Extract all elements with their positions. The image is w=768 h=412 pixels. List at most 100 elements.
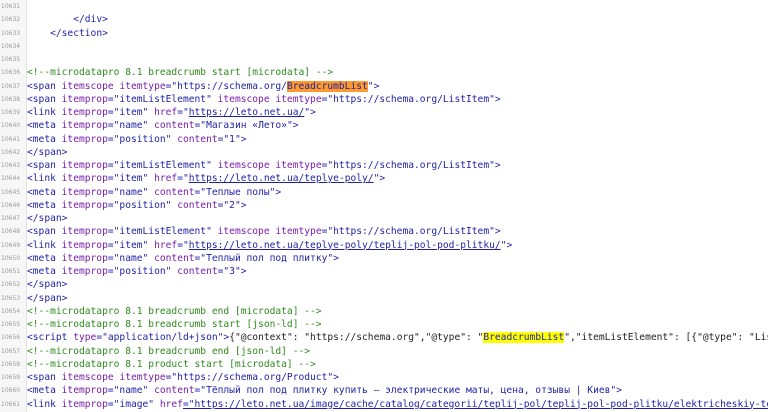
- code-comment: <!--microdatapro 8.1 product start [micr…: [27, 358, 316, 370]
- code-token: ="item": [107, 239, 155, 251]
- code-token: itemprop: [61, 226, 108, 238]
- line-number: 10645: [1, 188, 21, 196]
- code-line: 10656 <script type="application/ld+json">…: [0, 331, 768, 344]
- code-token: content: [154, 120, 195, 132]
- code-token: href: [154, 173, 178, 185]
- code-token: ="name": [107, 385, 155, 397]
- code-token: ","itemListElement": [{"@type": "List: [564, 332, 768, 344]
- code-text: <span itemscope itemtype="https://schema…: [27, 80, 379, 93]
- code-text: <link itemprop="item" href="https://leto…: [27, 172, 385, 185]
- code-token: ="https://schema.org/ListItem">: [321, 160, 501, 171]
- code-token: ">: [367, 80, 380, 92]
- line-number: 10636: [1, 69, 21, 77]
- code-token: ="itemListElement": [107, 160, 218, 171]
- url-link[interactable]: https://leto.net.ua/: [189, 107, 305, 118]
- code-line: 10636 <!--microdatapro 8.1 breadcrumb sta…: [0, 66, 768, 79]
- code-token: <meta: [27, 252, 62, 264]
- url-link[interactable]: ="https://leto.net.ua/image/cache/catalo…: [183, 399, 768, 410]
- line-number: 10654: [1, 307, 21, 315]
- code-text: <!--microdatapro 8.1 breadcrumb end [jso…: [27, 345, 310, 358]
- code-line: 10651 <meta itemprop="position" content="…: [0, 265, 768, 278]
- url-link[interactable]: https://leto.net.ua/teplye-poly/: [189, 173, 374, 184]
- code-line: 10647 </span>: [0, 212, 768, 225]
- code-token: ="Тёплый пол под плитку купить – электри…: [194, 385, 622, 397]
- code-text: <link itemprop="image" href="https://let…: [27, 398, 768, 411]
- code-line: 10644 <link itemprop="item" href="https:/…: [0, 172, 768, 185]
- code-token: <meta: [27, 266, 62, 277]
- code-token: href: [159, 398, 183, 410]
- code-line: 10631: [0, 0, 768, 13]
- code-token: itemscope itemtype: [61, 80, 166, 92]
- line-number: 10631: [1, 3, 21, 10]
- code-text: <link itemprop="item" href="https://leto…: [27, 106, 316, 119]
- code-token: href: [154, 239, 178, 251]
- code-line: 10649 <link itemprop="item" href="https:/…: [0, 239, 768, 252]
- line-number: 10632: [1, 16, 21, 24]
- line-number: 10655: [1, 321, 21, 328]
- code-token: ">: [304, 107, 316, 118]
- code-token: itemprop: [61, 160, 108, 171]
- code-token: <span: [27, 226, 62, 238]
- code-token: <link: [27, 398, 62, 410]
- code-text: <meta itemprop="name" content="Теплые по…: [27, 186, 281, 199]
- code-token: itemprop: [61, 133, 108, 145]
- code-line: 10632 </div>: [0, 13, 768, 26]
- code-token: content: [177, 133, 218, 145]
- line-number: 10647: [1, 215, 21, 222]
- code-text: <span itemscope itemtype="https://schema…: [27, 371, 339, 384]
- code-token: ="item": [107, 173, 155, 185]
- line-number: 10660: [1, 387, 21, 395]
- code-line: 10659 <span itemscope itemtype="https://s…: [0, 371, 768, 384]
- code-token: itemprop: [61, 107, 108, 118]
- url-link[interactable]: https://leto.net.ua/teplye-poly/teplij-p…: [189, 240, 501, 251]
- code-token: ">: [500, 239, 513, 251]
- code-token: itemprop: [61, 199, 108, 211]
- line-number: 10650: [1, 254, 21, 262]
- search-highlight: BreadcrumbList: [483, 332, 565, 344]
- code-comment: <!--microdatapro 8.1 breadcrumb end [mic…: [27, 305, 322, 317]
- code-token: <span: [27, 160, 62, 171]
- code-token: content: [177, 266, 218, 277]
- code-token: content: [154, 385, 195, 397]
- line-number: 10648: [1, 228, 21, 236]
- code-token: content: [154, 252, 195, 264]
- code-token: </span>: [27, 279, 68, 291]
- code-text: <!--microdatapro 8.1 breadcrumb start [j…: [27, 318, 322, 331]
- code-token: </span>: [27, 292, 68, 304]
- code-token: <span: [27, 80, 62, 92]
- line-number: 10635: [1, 56, 21, 63]
- code-token: <span: [27, 372, 62, 383]
- code-token: ="https://schema.org/ListItem">: [321, 226, 501, 238]
- code-text: <meta itemprop="position" content="1">: [27, 133, 247, 146]
- line-number: 10652: [1, 281, 21, 289]
- code-token: content: [154, 186, 195, 198]
- code-token: itemprop: [61, 385, 108, 397]
- code-text: <meta itemprop="position" content="3">: [27, 265, 247, 278]
- code-token: <meta: [27, 385, 62, 397]
- code-token: ="position": [107, 199, 178, 211]
- code-token: ="position": [107, 133, 178, 145]
- code-line: 10643 <span itemprop="itemListElement" it…: [0, 159, 768, 172]
- code-token: ="itemListElement": [107, 93, 218, 105]
- code-token: ="item": [107, 107, 155, 118]
- code-text: <!--microdatapro 8.1 breadcrumb end [mic…: [27, 305, 322, 318]
- code-token: itemprop: [61, 398, 108, 410]
- line-number: 10639: [1, 109, 21, 116]
- code-token: ="position": [107, 266, 178, 277]
- code-line: 10638 <span itemprop="itemListElement" it…: [0, 93, 768, 106]
- code-text: <meta itemprop="name" content="Магазин «…: [27, 119, 299, 132]
- line-number: 10641: [1, 135, 21, 143]
- code-token: <meta: [27, 120, 62, 132]
- code-line: 10640 <meta itemprop="name" content="Мага…: [0, 119, 768, 132]
- code-token: ="3">: [217, 266, 247, 277]
- code-comment: <!--microdatapro 8.1 breadcrumb start [m…: [27, 67, 334, 79]
- source-viewer[interactable]: 10631 10632 </div> 10633 </section> 10634 10…: [0, 0, 768, 412]
- search-highlight: BreadcrumbList: [286, 80, 368, 92]
- code-line: 10642 </span>: [0, 146, 768, 159]
- line-number: 10637: [1, 82, 21, 90]
- code-line: 10650 <meta itemprop="name" content="Тепл…: [0, 252, 768, 265]
- code-comment: <!--microdatapro 8.1 breadcrumb start [j…: [27, 319, 322, 330]
- line-number: 10656: [1, 334, 21, 342]
